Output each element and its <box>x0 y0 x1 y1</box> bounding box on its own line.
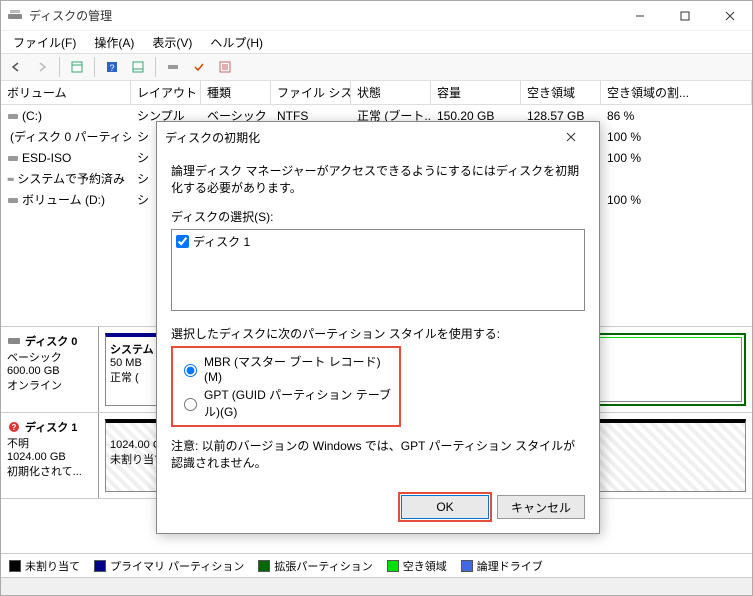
window-title: ディスクの管理 <box>29 7 617 24</box>
toolbar-separator <box>155 57 156 77</box>
help-button[interactable]: ? <box>101 56 123 78</box>
disk-icon <box>7 335 21 347</box>
view-bottom-button[interactable] <box>127 56 149 78</box>
col-capacity[interactable]: 容量 <box>431 81 521 104</box>
legend-free: 空き領域 <box>387 558 447 574</box>
maximize-button[interactable] <box>662 1 707 31</box>
drive-list-button[interactable] <box>162 56 184 78</box>
cell-name: ボリューム (D:) <box>1 189 131 210</box>
col-volume[interactable]: ボリューム <box>1 81 131 104</box>
disk0-name: ディスク 0 <box>7 333 92 349</box>
close-button[interactable] <box>707 1 752 31</box>
col-type[interactable]: 種類 <box>201 81 271 104</box>
disk-select-list[interactable]: ディスク 1 <box>171 229 585 311</box>
disk-select-item-1[interactable]: ディスク 1 <box>174 232 582 251</box>
col-fs[interactable]: ファイル システム <box>271 81 351 104</box>
svg-text:?: ? <box>109 63 114 73</box>
dialog-title: ディスクの初期化 <box>165 129 260 146</box>
cell-pct: 100 % <box>601 189 752 210</box>
volume-icon <box>7 174 14 184</box>
ok-button[interactable]: OK <box>401 495 489 519</box>
dialog-body: 論理ディスク マネージャーがアクセスできるようにするにはディスクを初期化する必要… <box>157 152 599 495</box>
disk0-state: オンライン <box>7 377 92 393</box>
dialog-note: 注意: 以前のバージョンの Windows では、GPT パーティション スタイ… <box>171 437 585 471</box>
disk-management-window: ディスクの管理 ファイル(F) 操作(A) 表示(V) ヘルプ(H) ? ボリュ… <box>0 0 753 596</box>
dialog-titlebar: ディスクの初期化 <box>157 122 599 152</box>
cell-name: (C:) <box>1 105 131 126</box>
cell-name: (ディスク 0 パーティシ... <box>1 126 131 147</box>
titlebar: ディスクの管理 <box>1 1 752 31</box>
cell-pct: 100 % <box>601 126 752 147</box>
volume-icon <box>7 195 19 205</box>
menu-help[interactable]: ヘルプ(H) <box>202 32 271 53</box>
disk1-state: 初期化されて... <box>7 463 92 479</box>
dialog-buttons: OK キャンセル <box>157 495 599 533</box>
volume-icon <box>7 111 19 121</box>
col-pct[interactable]: 空き領域の割... <box>601 81 752 104</box>
legend-primary: プライマリ パーティション <box>94 558 244 574</box>
cell-name: ESD-ISO <box>1 147 131 168</box>
disk1-type: 不明 <box>7 435 92 451</box>
partition-style-group: MBR (マスター ブート レコード)(M) GPT (GUID パーティション… <box>171 346 401 427</box>
svg-text:?: ? <box>12 423 17 432</box>
radio-mbr-input[interactable] <box>184 364 197 377</box>
app-icon <box>7 8 23 24</box>
disk1-name: ?ディスク 1 <box>7 419 92 435</box>
menu-file[interactable]: ファイル(F) <box>5 32 84 53</box>
partition-style-label: 選択したディスクに次のパーティション スタイルを使用する: <box>171 325 585 342</box>
disk-select-item-label: ディスク 1 <box>193 233 250 250</box>
cancel-button[interactable]: キャンセル <box>497 495 585 519</box>
window-controls <box>617 1 752 31</box>
initialize-disk-dialog: ディスクの初期化 論理ディスク マネージャーがアクセスできるようにするにはディス… <box>156 121 600 534</box>
toolbar: ? <box>1 53 752 81</box>
menubar: ファイル(F) 操作(A) 表示(V) ヘルプ(H) <box>1 31 752 53</box>
disk-select-checkbox[interactable] <box>176 235 189 248</box>
disk1-header: ?ディスク 1 不明 1024.00 GB 初期化されて... <box>1 413 99 498</box>
back-button[interactable] <box>5 56 27 78</box>
partition-system[interactable]: システム 50 MB 正常 ( <box>105 333 160 406</box>
cell-pct: 86 % <box>601 105 752 126</box>
menu-action[interactable]: 操作(A) <box>86 32 142 53</box>
cell-pct <box>601 168 752 189</box>
action-checkmark-button[interactable] <box>188 56 210 78</box>
cell-pct: 100 % <box>601 147 752 168</box>
disk0-type: ベーシック <box>7 349 92 365</box>
col-layout[interactable]: レイアウト <box>131 81 201 104</box>
toolbar-separator <box>94 57 95 77</box>
disk0-header: ディスク 0 ベーシック 600.00 GB オンライン <box>1 327 99 412</box>
radio-gpt-input[interactable] <box>184 398 197 411</box>
dialog-close-button[interactable] <box>551 123 591 151</box>
col-free[interactable]: 空き領域 <box>521 81 601 104</box>
legend-extended: 拡張パーティション <box>258 558 372 574</box>
radio-mbr[interactable]: MBR (マスター ブート レコード)(M) <box>179 352 393 385</box>
menu-view[interactable]: 表示(V) <box>144 32 200 53</box>
statusbar <box>1 577 752 595</box>
toolbar-separator <box>59 57 60 77</box>
view-top-button[interactable] <box>66 56 88 78</box>
volume-icon <box>7 153 19 163</box>
legend-unallocated: 未割り当て <box>9 558 80 574</box>
disk1-size: 1024.00 GB <box>7 451 92 463</box>
forward-button[interactable] <box>31 56 53 78</box>
disk-select-label: ディスクの選択(S): <box>171 208 585 225</box>
disk0-size: 600.00 GB <box>7 365 92 377</box>
minimize-button[interactable] <box>617 1 662 31</box>
col-status[interactable]: 状態 <box>351 81 431 104</box>
dialog-message: 論理ディスク マネージャーがアクセスできるようにするにはディスクを初期化する必要… <box>171 162 585 196</box>
legend: 未割り当て プライマリ パーティション 拡張パーティション 空き領域 論理ドライ… <box>1 553 752 577</box>
table-header: ボリューム レイアウト 種類 ファイル システム 状態 容量 空き領域 空き領域… <box>1 81 752 105</box>
disk-unknown-icon: ? <box>7 421 21 433</box>
cell-name: システムで予約済み <box>1 168 131 189</box>
legend-logical: 論理ドライブ <box>461 558 543 574</box>
radio-gpt[interactable]: GPT (GUID パーティション テーブル)(G) <box>179 385 393 421</box>
properties-button[interactable] <box>214 56 236 78</box>
